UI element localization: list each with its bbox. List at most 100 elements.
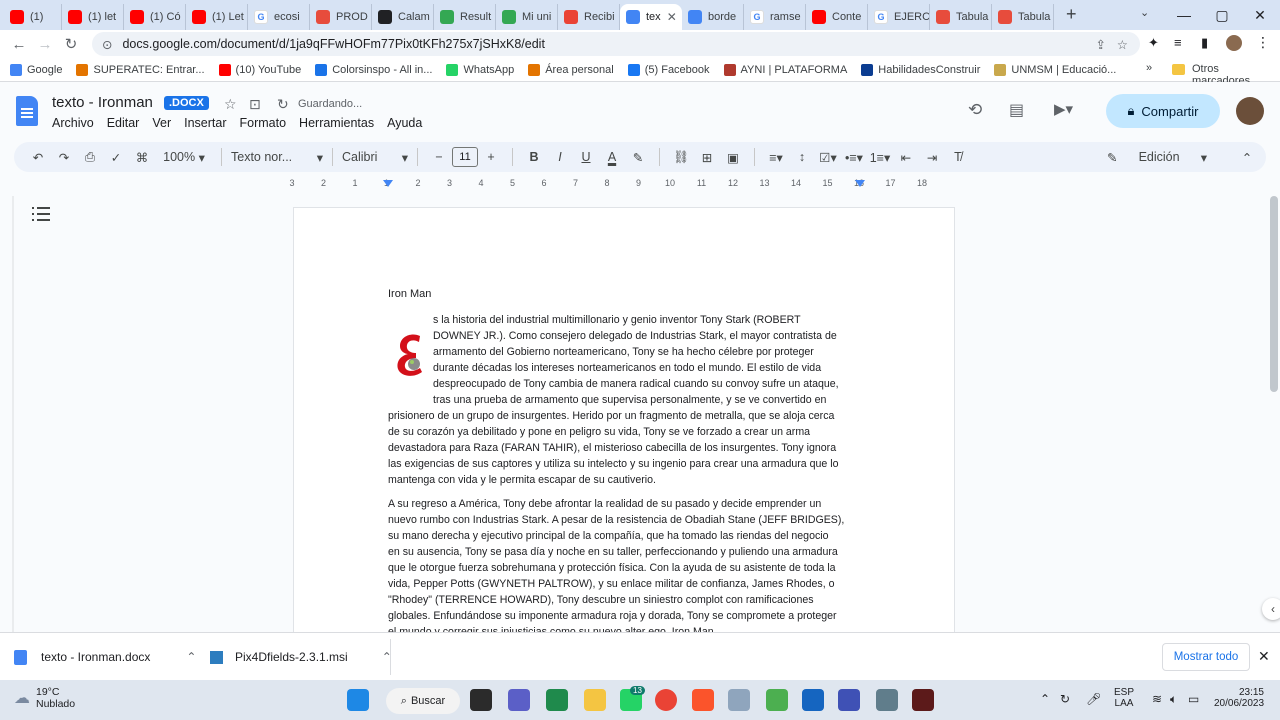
volume-icon[interactable]: 🔈︎ (1170, 692, 1177, 707)
zoom-select[interactable]: 100% ▾ (156, 144, 212, 170)
star-icon[interactable]: ☆ (224, 96, 237, 113)
extensions-icon[interactable]: ✦ (1148, 35, 1159, 51)
font-select[interactable]: Calibri ▾ (342, 144, 408, 170)
battery-icon[interactable]: ▭ (1188, 692, 1199, 706)
task-view-icon[interactable] (470, 689, 492, 711)
chat-icon[interactable] (508, 689, 530, 711)
italic-icon[interactable]: I (548, 144, 572, 170)
redo-icon[interactable]: ↷ (52, 144, 76, 170)
profile-avatar[interactable] (1226, 35, 1242, 51)
bookmark-item[interactable]: Colorsinspo - All in... (315, 63, 432, 76)
browser-tab[interactable]: Calam (372, 4, 434, 30)
app-icon[interactable] (912, 689, 934, 711)
download-item[interactable]: Pix4Dfields-2.3.1.msi ⌃ (210, 633, 392, 681)
link-icon[interactable]: ⛓ (669, 144, 693, 170)
browser-tab[interactable]: PROD (310, 4, 372, 30)
docs-logo-icon[interactable] (16, 96, 38, 126)
chrome-icon[interactable] (655, 689, 677, 711)
site-info-icon[interactable]: ⊙ (102, 37, 112, 52)
add-comment-icon[interactable]: ⊞ (695, 144, 719, 170)
increase-font-size-icon[interactable]: + (479, 144, 503, 170)
file-explorer-icon[interactable] (584, 689, 606, 711)
browser-tab[interactable]: tex ✕ (620, 4, 682, 30)
bookmark-item[interactable]: SUPERATEC: Entrar... (76, 63, 205, 76)
browser-tab[interactable]: Recibi (558, 4, 620, 30)
onedrive-icon[interactable]: ↻ (1060, 692, 1070, 706)
bookmark-item[interactable]: WhatsApp (446, 63, 514, 76)
menu-item[interactable]: Herramientas (299, 116, 374, 130)
bookmark-item[interactable]: HabilidadesConstruir (861, 63, 980, 76)
numbered-list-icon[interactable]: 1≡▾ (868, 144, 892, 170)
bookmarks-overflow-icon[interactable]: » (1146, 62, 1152, 74)
right-indent-marker[interactable] (855, 180, 865, 187)
browser-tab[interactable]: (1) Có (124, 4, 186, 30)
close-window-button[interactable]: ✕ (1238, 0, 1280, 30)
reload-icon[interactable]: ↻ (58, 31, 84, 57)
line-spacing-icon[interactable]: ↕ (790, 144, 814, 170)
chevron-up-icon[interactable]: ⌃ (186, 650, 196, 664)
left-indent-marker[interactable] (383, 180, 393, 187)
app-icon[interactable] (546, 689, 568, 711)
bookmark-item[interactable]: (10) YouTube (218, 63, 301, 76)
clear-formatting-icon[interactable]: T̸ (946, 144, 970, 170)
browser-tab[interactable]: (1) (4, 4, 62, 30)
document-title[interactable]: texto - Ironman (52, 94, 153, 111)
browser-tab[interactable]: Conte (806, 4, 868, 30)
meet-icon[interactable]: ▶▾ (1054, 100, 1073, 118)
wifi-icon[interactable]: ≋ (1152, 692, 1162, 706)
browser-tab[interactable]: Gecosi (248, 4, 310, 30)
forward-icon[interactable]: → (32, 31, 58, 57)
checklist-icon[interactable]: ☑▾ (816, 144, 840, 170)
browser-tab[interactable]: Tabula (930, 4, 992, 30)
bookmark-item[interactable]: (5) Facebook (627, 63, 710, 76)
style-select[interactable]: Texto nor... ▾ (231, 144, 323, 170)
text-color-icon[interactable]: A (600, 144, 624, 170)
increase-indent-icon[interactable]: ⇥ (920, 144, 944, 170)
address-bar[interactable]: ⊙ docs.google.com/document/d/1ja9qFFwHOF… (92, 32, 1140, 56)
decrease-font-size-icon[interactable]: − (427, 144, 451, 170)
collapse-menus-icon[interactable]: ⌃ (1235, 144, 1259, 170)
download-item[interactable]: texto - Ironman.docx ⌃ (14, 633, 196, 681)
browser-tab[interactable]: G EJERC (868, 4, 930, 30)
back-icon[interactable]: ← (6, 31, 32, 57)
taskbar-search[interactable]: ⌕ Buscar (386, 688, 460, 714)
tray-chevron-icon[interactable]: ⌃ (1040, 692, 1050, 706)
browser-tab[interactable]: Tabula (992, 4, 1054, 30)
bold-icon[interactable]: B (522, 144, 546, 170)
bookmark-item[interactable]: Área personal (528, 63, 614, 76)
side-panel-icon[interactable]: ▮ (1201, 35, 1208, 51)
bookmark-item[interactable]: AYNI | PLATAFORMA (723, 63, 847, 76)
app-icon[interactable] (728, 689, 750, 711)
share-page-icon[interactable]: ⇪ (1096, 37, 1106, 52)
highlight-icon[interactable]: ✎ (626, 144, 650, 170)
account-avatar[interactable] (1236, 97, 1264, 125)
print-icon[interactable]: ⎙ (78, 144, 102, 170)
insert-image-icon[interactable]: ▣ (721, 144, 745, 170)
side-panel-expand-icon[interactable]: ‹ (1262, 598, 1280, 620)
undo-icon[interactable]: ↶ (26, 144, 50, 170)
language-indicator[interactable]: ESP LAA (1110, 687, 1138, 709)
menu-item[interactable]: Editar (107, 116, 140, 130)
media-icon[interactable]: ≡ (1174, 35, 1182, 50)
menu-item[interactable]: Formato (240, 116, 287, 130)
move-folder-icon[interactable]: ⊡ (249, 96, 261, 113)
new-tab-button[interactable]: + (1066, 4, 1077, 25)
tab-search-icon[interactable]: ⌄ (1140, 6, 1149, 19)
close-downloads-icon[interactable]: ✕ (1258, 648, 1270, 665)
browser-tab[interactable]: Gramse (744, 4, 806, 30)
start-menu-icon[interactable] (347, 689, 369, 711)
browser-menu-icon[interactable]: ⋮ (1256, 34, 1270, 51)
microphone-icon[interactable]: 🎤︎ (1086, 692, 1101, 706)
font-size-input[interactable]: 11 (452, 147, 478, 167)
browser-tab[interactable]: (1) let (62, 4, 124, 30)
share-button[interactable]: 🔒︎ Compartir (1106, 94, 1220, 128)
paint-format-icon[interactable]: ⌘ (130, 144, 154, 170)
vertical-ruler[interactable] (0, 196, 14, 632)
bookmark-star-icon[interactable]: ☆ (1117, 37, 1128, 52)
bookmark-item[interactable]: UNMSM | Educació... (994, 63, 1116, 76)
page-scrollbar[interactable] (1270, 196, 1278, 392)
bookmark-item[interactable]: Google (10, 63, 62, 76)
menu-item[interactable]: Ayuda (387, 116, 422, 130)
align-icon[interactable]: ≡▾ (764, 144, 788, 170)
app-icon[interactable] (838, 689, 860, 711)
